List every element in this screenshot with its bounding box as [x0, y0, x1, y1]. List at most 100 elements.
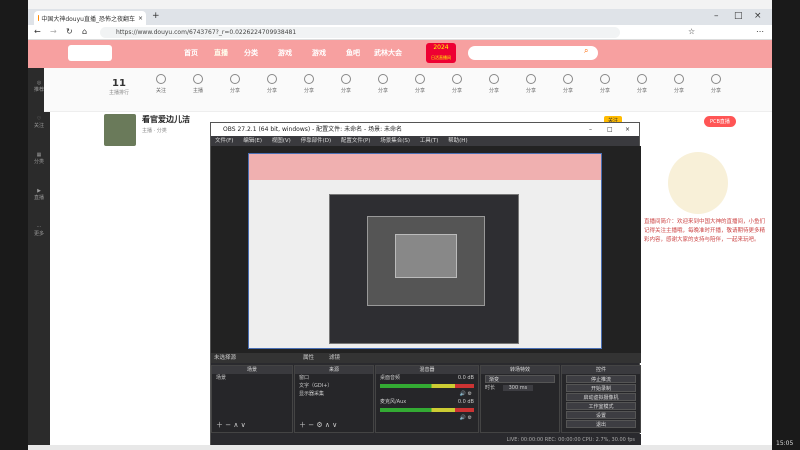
nav-games[interactable]: 游戏	[278, 48, 292, 58]
scenes-header: 场景	[212, 366, 292, 374]
virtual-camera-button[interactable]: 启动虚拟摄像机	[566, 393, 636, 401]
category-item[interactable]: 分享	[551, 74, 585, 94]
obs-titlebar: OBS 27.2.1 (64 bit, windows) - 配置文件: 未命名…	[211, 123, 639, 136]
add-source-icon[interactable]: ＋ − ⚙ ∧ ∨	[299, 420, 337, 430]
category-item[interactable]: 分享	[662, 74, 696, 94]
menu-tools[interactable]: 工具(T)	[420, 138, 439, 144]
category-icon	[489, 74, 499, 84]
category-item[interactable]: 分享	[255, 74, 289, 94]
maximize-icon[interactable]: □	[734, 11, 743, 21]
nav-home[interactable]: 首页	[184, 48, 198, 58]
category-item[interactable]: 分享	[440, 74, 474, 94]
menu-profile[interactable]: 配置文件(P)	[341, 138, 371, 144]
obs-menubar: 文件(F) 编辑(E) 视图(V) 停靠部件(D) 配置文件(P) 场景集合(S…	[211, 136, 639, 146]
menu-help[interactable]: 帮助(H)	[448, 138, 467, 144]
settings-button[interactable]: 设置	[566, 411, 636, 419]
menu-scenes[interactable]: 场景集合(S)	[380, 138, 410, 144]
back-icon[interactable]: ←	[34, 27, 41, 36]
category-label: 主播	[192, 88, 203, 94]
speaker-icon[interactable]: 🔊 ⚙	[376, 390, 478, 398]
home-icon[interactable]: ⌂	[82, 27, 87, 36]
mixer-channel-name: 桌面音频 0.0 dB	[380, 375, 474, 381]
side-item-live[interactable]: ▶ 直播	[31, 188, 47, 201]
site-logo[interactable]	[68, 45, 112, 61]
controls-dock: 控件 停止推流 开始录制 启动虚拟摄像机 工作室模式 设置 退出	[561, 365, 641, 433]
no-source-label: 未选择源	[214, 355, 237, 361]
rank-card[interactable]: 11 主播排行	[102, 70, 136, 96]
menu-edit[interactable]: 编辑(E)	[243, 138, 262, 144]
category-item[interactable]: 分享	[477, 74, 511, 94]
browser-tab[interactable]: 中国大神douyu直播_恐怖之夜翻车 ×	[34, 11, 146, 25]
menu-docks[interactable]: 停靠部件(D)	[301, 138, 332, 144]
category-item[interactable]: 分享	[699, 74, 733, 94]
preview-canvas	[248, 153, 602, 349]
mixer-channel-name: 麦克风/Aux 0.0 dB	[380, 399, 474, 405]
category-label: 分享	[229, 88, 240, 94]
category-item[interactable]: 分享	[588, 74, 622, 94]
category-item[interactable]: 分享	[218, 74, 252, 94]
scene-item[interactable]: 场景	[212, 374, 292, 382]
source-item[interactable]: 显示器采集	[295, 390, 373, 398]
close-icon[interactable]: ×	[754, 11, 762, 21]
favorites-icon[interactable]: ☆	[688, 27, 695, 36]
category-item[interactable]: 分享	[366, 74, 400, 94]
source-toolbar: 未选择源 属性 滤镜	[211, 353, 641, 363]
studio-mode-button[interactable]: 工作室模式	[566, 402, 636, 410]
category-icon	[156, 74, 166, 84]
nav-games2[interactable]: 游戏	[312, 48, 326, 58]
streamer-avatar[interactable]	[104, 114, 136, 146]
promo-sub: 日活直播间	[431, 55, 451, 60]
close-tab-icon[interactable]: ×	[138, 15, 143, 22]
obs-maximize-icon[interactable]: □	[607, 123, 613, 136]
stop-stream-button[interactable]: 停止推流	[566, 375, 636, 383]
sources-header: 来源	[295, 366, 373, 374]
reload-icon[interactable]: ↻	[66, 27, 73, 36]
category-label: 分享	[303, 88, 314, 94]
speaker-icon[interactable]: 🔊 ⚙	[376, 414, 478, 422]
side-item-follow[interactable]: ♡ 关注	[31, 116, 47, 129]
menu-icon[interactable]: ⋯	[756, 27, 764, 36]
obs-status-text: LIVE: 00:00:00 REC: 00:00:00 CPU: 2.7%, …	[506, 437, 635, 443]
obs-minimize-icon[interactable]: –	[589, 123, 592, 136]
category-label: 分享	[414, 88, 425, 94]
menu-view[interactable]: 视图(V)	[272, 138, 291, 144]
side-item-more[interactable]: ⋯ 更多	[31, 224, 47, 237]
nav-category[interactable]: 分类	[244, 48, 258, 58]
nav-wulin[interactable]: 武林大会	[374, 48, 402, 58]
category-item[interactable]: 分享	[514, 74, 548, 94]
filters-button[interactable]: 滤镜	[329, 353, 340, 363]
transition-select[interactable]: 渐变	[485, 375, 555, 383]
category-item[interactable]: 关注	[144, 74, 178, 94]
duration-input[interactable]: 300 ms	[502, 385, 534, 391]
category-item[interactable]: 分享	[292, 74, 326, 94]
forward-icon[interactable]: →	[50, 27, 57, 36]
start-recording-button[interactable]: 开始录制	[566, 384, 636, 392]
url-field[interactable]: https://www.douyu.com/6743767?_r=0.02262…	[100, 27, 620, 38]
source-item[interactable]: 窗口	[295, 374, 373, 382]
obs-close-icon[interactable]: ×	[625, 123, 630, 136]
properties-button[interactable]: 属性	[303, 353, 314, 363]
pcb-button[interactable]: PCB直播	[704, 116, 736, 127]
minimize-icon[interactable]: –	[714, 11, 719, 21]
add-scene-icon[interactable]: ＋ − ∧ ∨	[216, 420, 246, 430]
side-item-category[interactable]: ▦ 分类	[31, 152, 47, 165]
new-tab-button[interactable]: +	[152, 11, 160, 21]
category-label: 分享	[451, 88, 462, 94]
category-item[interactable]: 分享	[329, 74, 363, 94]
source-item[interactable]: 文字（GDI+）	[295, 382, 373, 390]
nav-fish[interactable]: 鱼吧	[346, 48, 360, 58]
category-icon	[415, 74, 425, 84]
obs-preview[interactable]	[211, 146, 641, 353]
search-icon[interactable]: ⌕	[584, 46, 588, 56]
category-item[interactable]: 主播	[181, 74, 215, 94]
exit-button[interactable]: 退出	[566, 420, 636, 428]
category-item[interactable]: 分享	[625, 74, 659, 94]
search-input[interactable]	[468, 46, 598, 60]
category-icon	[563, 74, 573, 84]
right-panel: PCB直播	[638, 112, 772, 402]
category-item[interactable]: 分享	[403, 74, 437, 94]
promo-badge[interactable]: 2024 日活直播间	[426, 43, 456, 63]
nav-live[interactable]: 直播	[214, 48, 228, 58]
menu-file[interactable]: 文件(F)	[215, 138, 233, 144]
scenes-dock: 场景 场景 ＋ − ∧ ∨	[211, 365, 293, 433]
